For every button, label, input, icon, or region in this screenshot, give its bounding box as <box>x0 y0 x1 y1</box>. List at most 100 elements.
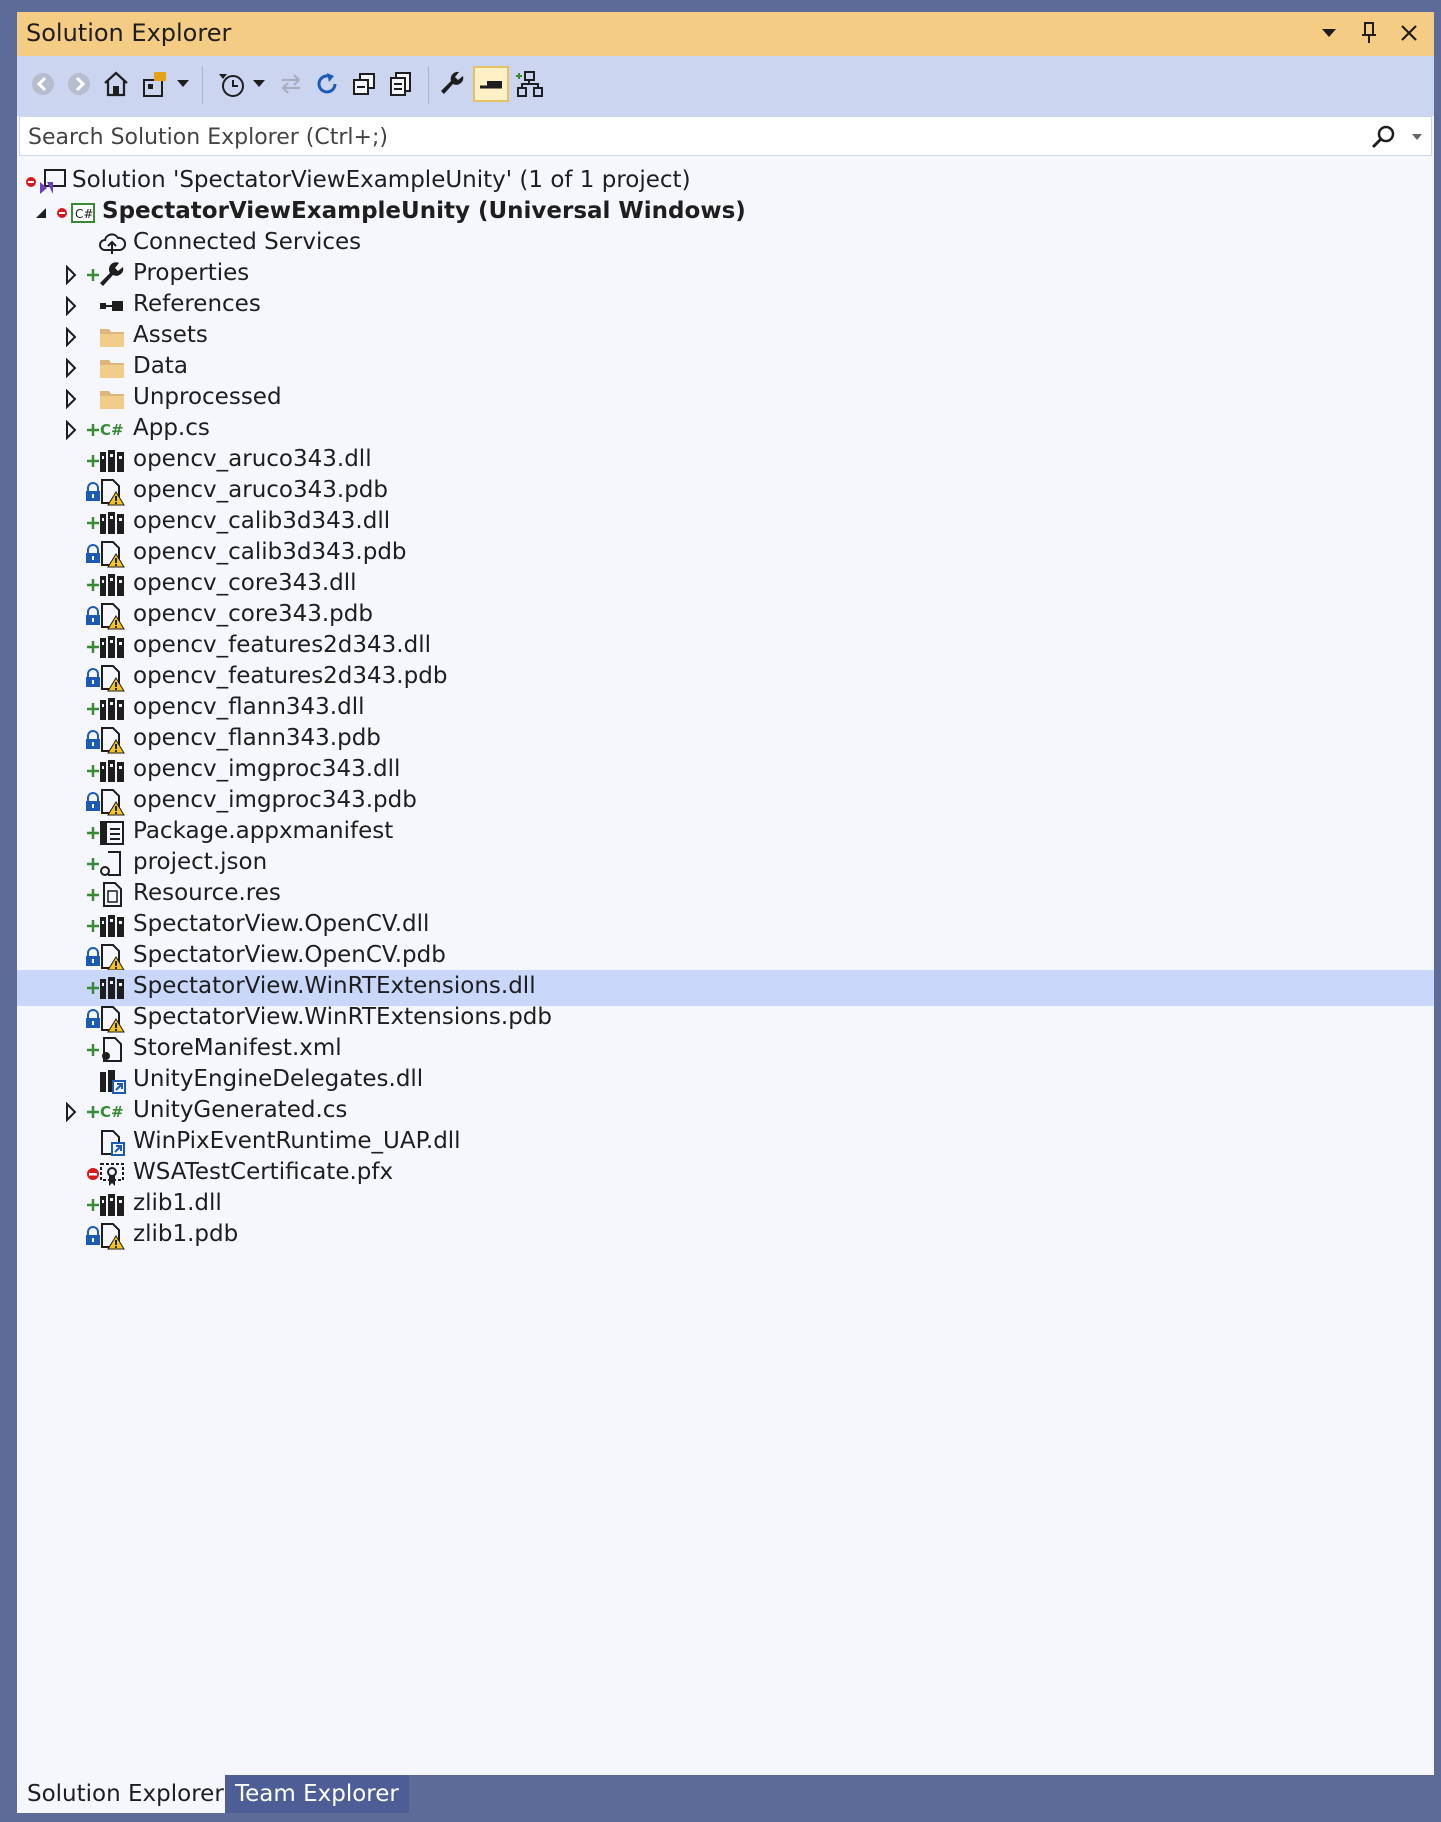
preview-selected-items-icon[interactable] <box>473 66 509 102</box>
show-all-files-icon[interactable] <box>383 66 419 102</box>
pending-changes-dropdown-icon[interactable] <box>249 66 269 102</box>
tree-item-label: Package.appxmanifest <box>133 818 394 844</box>
svg-text:C#: C# <box>100 421 124 439</box>
expand-arrow-icon[interactable] <box>63 1101 79 1123</box>
tree-item-label: opencv_core343.pdb <box>133 601 373 627</box>
tab-team-explorer[interactable]: Team Explorer <box>225 1775 409 1813</box>
csharp-file-icon: C# <box>98 416 126 444</box>
pdb-warning-icon <box>98 602 126 630</box>
tree-item-label: WinPixEventRuntime_UAP.dll <box>133 1128 461 1154</box>
tree-item-label: opencv_aruco343.dll <box>133 446 372 472</box>
bottom-tab-strip: Solution Explorer Team Explorer <box>0 1775 1441 1822</box>
csharp-file-icon: C# <box>98 1098 126 1126</box>
search-options-dropdown-icon[interactable] <box>1411 125 1423 151</box>
panel-title: Solution Explorer <box>26 19 232 47</box>
solution-explorer-panel: Solution Explorer Search Solution Explor… <box>17 12 1434 1775</box>
tree-item-label: opencv_calib3d343.pdb <box>133 539 407 565</box>
tree-item-label: WSATestCertificate.pfx <box>133 1159 394 1185</box>
tree-item-label: UnityGenerated.cs <box>133 1097 348 1123</box>
expand-arrow-icon[interactable] <box>63 419 79 441</box>
expand-arrow-icon[interactable] <box>63 357 79 379</box>
tree-item-label: opencv_aruco343.pdb <box>133 477 389 503</box>
project-label: SpectatorViewExampleUnity (Universal Win… <box>102 198 746 224</box>
forward-icon[interactable] <box>61 66 97 102</box>
dll-icon <box>98 633 126 661</box>
tree-item-label: Properties <box>133 260 250 286</box>
search-input[interactable] <box>20 117 1380 157</box>
cloud-services-icon <box>98 230 127 258</box>
refresh-icon[interactable] <box>309 66 345 102</box>
tree-item-label: Resource.res <box>133 880 281 906</box>
tree-row[interactable]: zlib1.pdb <box>17 1218 1434 1254</box>
expand-arrow-icon[interactable] <box>63 264 79 286</box>
search-icon[interactable] <box>1371 124 1397 154</box>
pdb-warning-icon <box>98 788 126 816</box>
tree-item-label: opencv_features2d343.pdb <box>133 663 448 689</box>
pdb-warning-icon <box>98 726 126 754</box>
pdb-warning-icon <box>98 664 126 692</box>
tree-item-label: SpectatorView.WinRTExtensions.dll <box>133 973 536 999</box>
class-view-icon[interactable] <box>512 66 548 102</box>
tree-item-label: opencv_flann343.dll <box>133 694 365 720</box>
expand-arrow-icon[interactable] <box>63 295 79 317</box>
json-file-icon <box>98 850 126 878</box>
wrench-icon <box>98 261 126 289</box>
tree-item-label: project.json <box>133 849 268 875</box>
toolbar <box>17 56 1434 116</box>
tree-item-label: References <box>133 291 261 317</box>
tab-solution-explorer[interactable]: Solution Explorer <box>17 1775 234 1813</box>
close-icon[interactable] <box>1396 20 1422 46</box>
svg-text:C#: C# <box>75 207 93 221</box>
tree-item-label: zlib1.pdb <box>133 1221 239 1247</box>
collapse-all-icon[interactable] <box>346 66 382 102</box>
dll-icon <box>98 757 126 785</box>
tree-item-label: opencv_features2d343.dll <box>133 632 432 658</box>
tree-item-label: SpectatorView.WinRTExtensions.pdb <box>133 1004 552 1030</box>
tree-item-label: opencv_imgproc343.dll <box>133 756 401 782</box>
switch-views-icon[interactable] <box>138 66 174 102</box>
window-position-dropdown-icon[interactable] <box>1316 20 1342 46</box>
xml-file-icon <box>98 1036 126 1064</box>
back-icon[interactable] <box>25 66 61 102</box>
svg-text:C#: C# <box>100 1103 124 1121</box>
pdb-warning-icon <box>98 540 126 568</box>
dll-icon <box>98 447 126 475</box>
tree-item-label: Unprocessed <box>133 384 282 410</box>
tree-item-label: Assets <box>133 322 208 348</box>
dll-link-icon <box>98 1067 126 1095</box>
solution-label: Solution 'SpectatorViewExampleUnity' (1 … <box>72 167 691 193</box>
folder-icon <box>98 323 126 351</box>
pin-icon[interactable] <box>1356 20 1382 46</box>
home-icon[interactable] <box>98 66 134 102</box>
solution-icon <box>37 168 66 196</box>
resource-file-icon <box>98 881 126 909</box>
collapse-arrow-icon[interactable] <box>33 203 49 223</box>
dll-icon <box>98 509 126 537</box>
pdb-warning-icon <box>98 943 126 971</box>
tree-item-label: UnityEngineDelegates.dll <box>133 1066 424 1092</box>
tree-item-label: opencv_imgproc343.pdb <box>133 787 417 813</box>
expand-arrow-icon[interactable] <box>63 326 79 348</box>
dll-icon <box>98 974 126 1002</box>
switch-views-dropdown-icon[interactable] <box>173 66 193 102</box>
tree-item-label: opencv_core343.dll <box>133 570 357 596</box>
pending-changes-filter-icon[interactable] <box>213 66 249 102</box>
properties-wrench-icon[interactable] <box>435 66 471 102</box>
folder-icon <box>98 385 126 413</box>
search-box[interactable] <box>19 116 1432 157</box>
tree-item-label: Data <box>133 353 188 379</box>
dll-icon <box>98 695 126 723</box>
tree-item-label: opencv_flann343.pdb <box>133 725 381 751</box>
expand-arrow-icon[interactable] <box>63 388 79 410</box>
csharp-project-icon: C# <box>69 199 97 227</box>
dll-icon <box>98 571 126 599</box>
file-link-icon <box>98 1129 126 1157</box>
pdb-warning-icon <box>98 478 126 506</box>
references-icon <box>98 292 126 320</box>
sync-with-active-document-icon[interactable] <box>273 66 309 102</box>
tree-item-label: SpectatorView.OpenCV.dll <box>133 911 430 937</box>
title-bar: Solution Explorer <box>17 12 1434 56</box>
folder-icon <box>98 354 126 382</box>
tree-item-label: SpectatorView.OpenCV.pdb <box>133 942 446 968</box>
pdb-warning-icon <box>98 1222 126 1250</box>
